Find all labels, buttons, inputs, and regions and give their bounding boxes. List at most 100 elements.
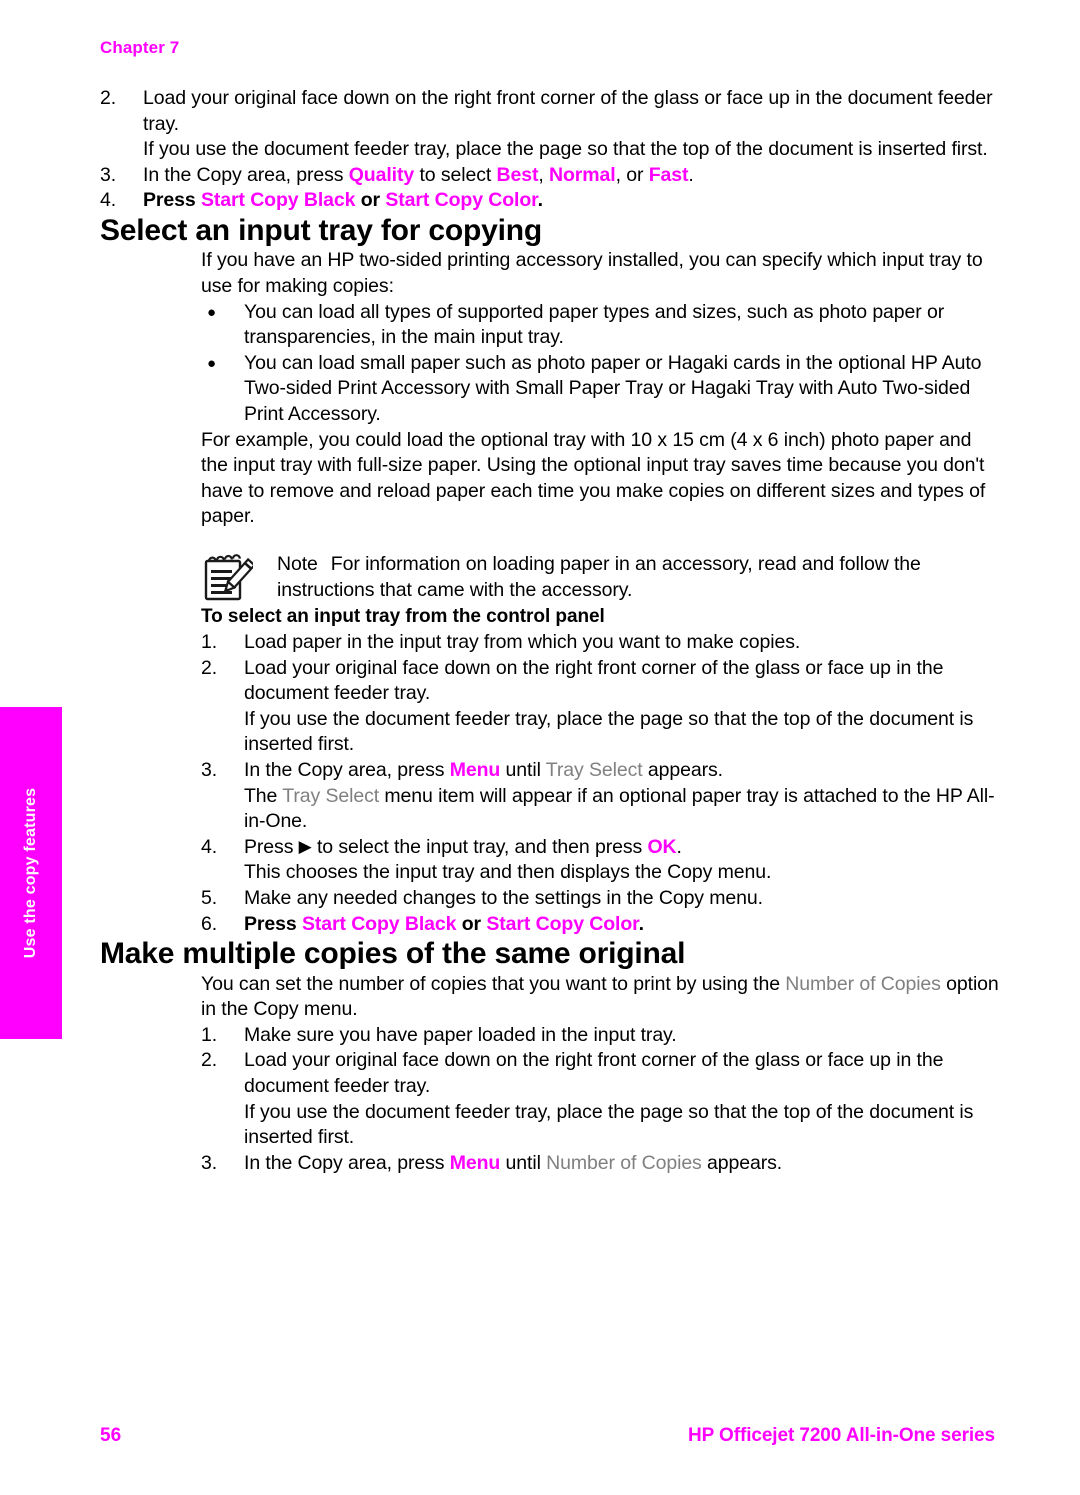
list-item: 4. Press ▶ to select the input tray, and… [201, 835, 1000, 886]
step-fragment: to select [414, 163, 497, 186]
section-two-body: You can set the number of copies that yo… [100, 972, 1000, 1177]
list-item: ● You can load small paper such as photo… [201, 351, 1000, 428]
step-number: 2. [100, 87, 117, 109]
top-step-list: 2. Load your original face down on the r… [100, 86, 1000, 214]
list-item: 3. In the Copy area, press Menu until Nu… [201, 1151, 1000, 1177]
step-fragment: , or [615, 163, 649, 186]
ui-screen-tray-select: Tray Select [545, 758, 643, 781]
bullet-marker: ● [207, 303, 216, 321]
page-footer: 56 HP Officejet 7200 All-in-One series [100, 1425, 995, 1447]
note-body: For information on loading paper in an a… [277, 553, 921, 601]
list-item: 2. Load your original face down on the r… [201, 656, 1000, 758]
document-page: Chapter 7 Use the copy features 2. Load … [0, 0, 1080, 1495]
ui-key-start-copy-black: Start Copy Black [200, 189, 356, 212]
ui-screen-number-of-copies: Number of Copies [546, 1151, 702, 1174]
right-arrow-icon: ▶ [298, 836, 312, 856]
ui-key-start-copy-black: Start Copy Black [301, 912, 457, 935]
step-text: Load paper in the input tray from which … [244, 631, 801, 653]
step-fragment: Press [143, 189, 201, 212]
step-fragment: or [456, 912, 487, 935]
page-title-select-input-tray: Select an input tray for copying [100, 213, 543, 247]
step-number: 2. [201, 1049, 218, 1072]
page-content: 2. Load your original face down on the r… [100, 86, 1000, 1176]
step-fragment: . [537, 189, 543, 212]
step-text: Load your original face down on the righ… [143, 87, 993, 135]
note-text-line: Note For information on loading paper in … [277, 552, 1000, 603]
step-number: 3. [100, 163, 117, 186]
ui-key-menu: Menu [449, 758, 501, 781]
ui-key-quality: Quality [348, 163, 415, 186]
step-fragment: Press [244, 835, 299, 858]
step-fragment: . [688, 163, 694, 186]
step-fragment: until [500, 758, 546, 781]
step-text: Load your original face down on the righ… [244, 1049, 944, 1097]
step-fragment: until [500, 1151, 547, 1174]
step-fragment: . [638, 912, 644, 935]
note-label: Note [277, 553, 318, 575]
list-item: 2. Load your original face down on the r… [100, 86, 1000, 163]
step-subtext: If you use the document feeder tray, pla… [244, 1100, 974, 1149]
step-fragment: or [355, 189, 386, 212]
bullet-text: You can load small paper such as photo p… [244, 351, 982, 426]
list-item: ● You can load all types of supported pa… [201, 300, 1000, 351]
list-item: 1. Make sure you have paper loaded in th… [201, 1023, 1000, 1049]
step-fragment: In the Copy area, press [244, 1151, 450, 1174]
footer-page-number: 56 [100, 1425, 122, 1446]
page-title-make-multiple-copies: Make multiple copies of the same origina… [100, 937, 686, 971]
ui-key-normal: Normal [549, 163, 616, 186]
multiple-copies-step-list: 1. Make sure you have paper loaded in th… [201, 1023, 1000, 1177]
ui-screen-tray-select: Tray Select [282, 784, 380, 807]
intro-paragraph: You can set the number of copies that yo… [201, 972, 1000, 1023]
step-subtext: The Tray Select menu item will appear if… [244, 784, 1000, 835]
step-text: Make any needed changes to the settings … [244, 886, 763, 909]
note-callout: Note For information on loading paper in … [201, 552, 1000, 604]
ui-key-best: Best [496, 163, 539, 186]
step-fragment: In the Copy area, press [143, 163, 349, 186]
step-number: 1. [201, 631, 218, 653]
intro-fragment: You can set the number of copies that yo… [201, 972, 786, 995]
list-item: 1. Load paper in the input tray from whi… [201, 630, 1000, 656]
footer-product-title: HP Officejet 7200 All-in-One series [688, 1425, 995, 1446]
step-number: 5. [201, 886, 218, 909]
list-item: 3. In the Copy area, press Quality to se… [100, 163, 1000, 189]
step-number: 1. [201, 1023, 218, 1046]
step-text: Press ▶ to select the input tray, and th… [244, 835, 1000, 861]
section-one-body: If you have an HP two-sided printing acc… [100, 248, 1000, 937]
step-number: 2. [201, 656, 218, 679]
step-subtext: This chooses the input tray and then dis… [244, 861, 772, 884]
list-item: 5. Make any needed changes to the settin… [201, 886, 1000, 912]
step-text: Press Start Copy Black or Start Copy Col… [244, 912, 1000, 938]
list-item: 2. Load your original face down on the r… [201, 1048, 1000, 1150]
step-number: 4. [100, 189, 117, 212]
step-fragment: to select the input tray, and then press [311, 835, 648, 858]
ui-key-fast: Fast [648, 163, 689, 186]
step-subtext: If you use the document feeder tray, pla… [244, 707, 974, 756]
step-fragment: , [538, 163, 549, 186]
step-fragment: appears. [701, 1151, 783, 1174]
example-paragraph: For example, you could load the optional… [201, 428, 986, 528]
step-number: 6. [201, 912, 218, 935]
step-text: In the Copy area, press Menu until Tray … [244, 758, 1000, 784]
side-thumb-tab: Use the copy features [0, 707, 62, 1039]
control-panel-step-list: 1. Load paper in the input tray from whi… [201, 630, 1000, 937]
step-subtext: If you use the document feeder tray, pla… [143, 138, 988, 161]
step-fragment: Press [244, 912, 302, 935]
input-tray-bullet-list: ● You can load all types of supported pa… [201, 300, 1000, 428]
step-number: 4. [201, 835, 218, 858]
step-fragment: . [676, 835, 682, 858]
side-thumb-tab-label: Use the copy features [22, 787, 39, 959]
step-fragment: appears. [642, 758, 723, 781]
sub-heading-control-panel: To select an input tray from the control… [201, 606, 605, 627]
ui-screen-number-of-copies: Number of Copies [785, 972, 941, 995]
step-number: 3. [201, 758, 218, 781]
bullet-text: You can load all types of supported pape… [244, 300, 945, 349]
step-text: In the Copy area, press Quality to selec… [143, 163, 1000, 189]
step-text: Press Start Copy Black or Start Copy Col… [143, 188, 1000, 214]
step-fragment: The [244, 784, 283, 807]
ui-key-menu: Menu [449, 1151, 501, 1174]
step-fragment: In the Copy area, press [244, 758, 450, 781]
intro-paragraph: If you have an HP two-sided printing acc… [201, 249, 983, 298]
bullet-marker: ● [207, 354, 216, 372]
ui-key-start-copy-color: Start Copy Color [486, 912, 639, 935]
chapter-running-header: Chapter 7 [100, 38, 180, 57]
